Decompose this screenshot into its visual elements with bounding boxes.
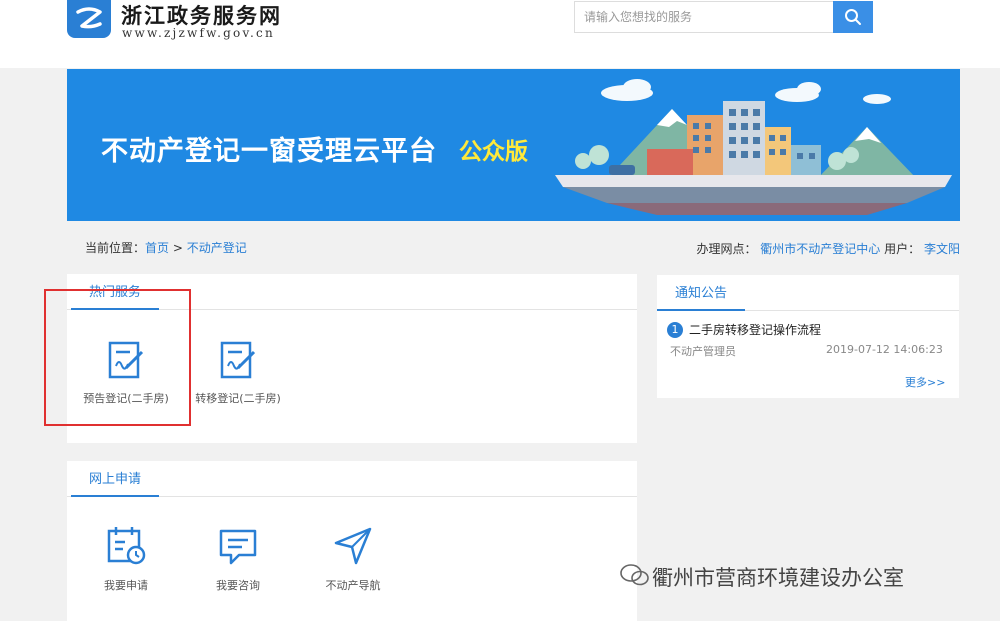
navigation-icon [334, 527, 372, 565]
office-label: 办理网点： [696, 242, 757, 256]
wechat-icon [620, 564, 649, 586]
breadcrumb: 当前位置：首页 > 不动产登记 [85, 239, 247, 256]
calendar-clock-icon [107, 527, 146, 565]
form-edit-icon [220, 341, 256, 379]
city-illustration-icon [555, 79, 952, 215]
service-apply[interactable]: 我要申请 [67, 525, 185, 593]
service-transfer-registration[interactable]: 转移登记(二手房) [179, 340, 297, 406]
panel-header: 通知公告 [657, 275, 959, 311]
office-link[interactable]: 衢州市不动产登记中心 [760, 242, 880, 256]
service-label: 我要申请 [104, 579, 148, 592]
hero-banner: 不动产登记一窗受理云平台 公众版 [67, 69, 960, 221]
site-url: www.zjzwfw.gov.cn [122, 26, 275, 40]
panel-header: 网上申请 [67, 461, 637, 497]
tab-notice[interactable]: 通知公告 [657, 275, 746, 311]
breadcrumb-home-link[interactable]: 首页 [145, 241, 169, 255]
banner-title: 不动产登记一窗受理云平台 [101, 136, 437, 167]
site-header: 浙江政务服务网 www.zjzwfw.gov.cn [0, 0, 1000, 68]
notice-time: 2019-07-12 14:06:23 [826, 343, 943, 356]
notice-title-link[interactable]: 二手房转移登记操作流程 [689, 321, 821, 338]
user-label: 用户： [884, 242, 921, 256]
search-icon [845, 9, 861, 25]
service-label: 我要咨询 [216, 579, 260, 592]
search-button[interactable] [833, 1, 873, 33]
highlight-annotation-box [44, 289, 191, 426]
office-info: 办理网点： 衢州市不动产登记中心 用户： 李文阳 [696, 240, 960, 257]
service-label: 不动产导航 [325, 579, 381, 592]
site-logo-icon[interactable] [67, 0, 111, 38]
search-input[interactable] [575, 2, 833, 32]
online-apply-panel: 网上申请 我要申请 我要咨询 不动产导航 [67, 461, 637, 621]
notice-author: 不动产管理员 [670, 345, 736, 358]
source-watermark: 衢州市营商环境建设办公室 [652, 566, 904, 590]
notice-number-badge: 1 [667, 322, 683, 338]
banner-subtitle: 公众版 [459, 139, 528, 165]
search-box [574, 1, 834, 33]
breadcrumb-label: 当前位置： [85, 241, 146, 255]
service-consult[interactable]: 我要咨询 [179, 525, 297, 593]
breadcrumb-current[interactable]: 不动产登记 [187, 241, 247, 255]
service-navigation[interactable]: 不动产导航 [294, 525, 412, 593]
breadcrumb-separator: > [172, 241, 183, 255]
user-link[interactable]: 李文阳 [924, 242, 960, 256]
tab-online-apply[interactable]: 网上申请 [71, 461, 160, 497]
chat-icon [219, 529, 257, 565]
service-label: 转移登记(二手房) [195, 392, 281, 405]
notice-more-link[interactable]: 更多>> [905, 374, 945, 390]
